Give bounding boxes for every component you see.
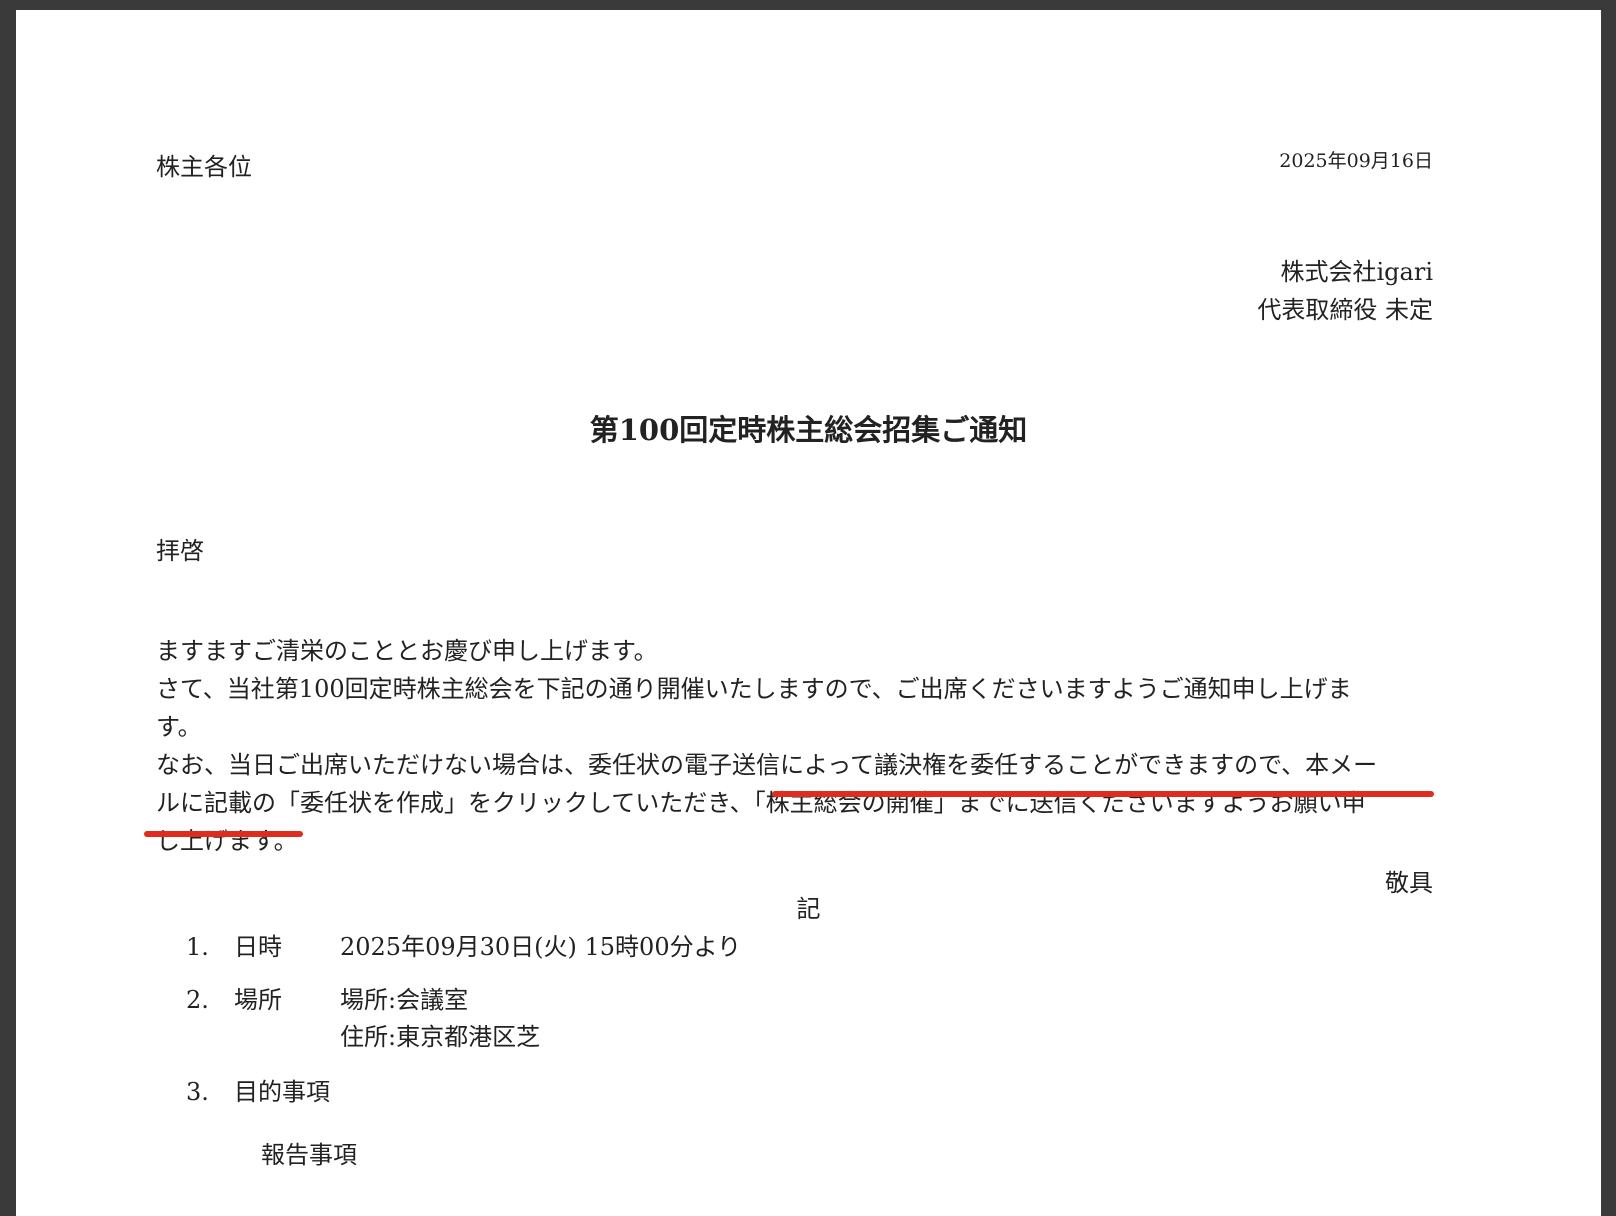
item-value: 住所:東京都港区芝 — [340, 1023, 541, 1051]
representative: 代表取締役 未定 — [1257, 296, 1433, 324]
item-value: 場所:会議室 — [340, 986, 469, 1014]
body-line: ルに記載の「委任状を作成」をクリックしていただき、「株主総会の開催」までに送信く… — [156, 784, 1476, 822]
item-number: 2. — [186, 986, 209, 1014]
body-text: ますますご清栄のこととお慶び申し上げます。 さて、当社第100回定時株主総会を下… — [156, 632, 1476, 860]
red-underline — [144, 831, 303, 837]
body-line: さて、当社第100回定時株主総会を下記の通り開催いたしますので、ご出席くださいま… — [156, 675, 1352, 703]
item-label: 目的事項 — [234, 1078, 330, 1106]
item-label: 場所 — [234, 986, 282, 1014]
red-underline — [772, 791, 1434, 797]
document-page: 株主各位 2025年09月16日 株式会社igari 代表取締役 未定 第100… — [16, 10, 1601, 1216]
document-date: 2025年09月16日 — [1279, 150, 1433, 172]
body-line: し上げます。 — [156, 827, 298, 855]
company-name: 株式会社igari — [1280, 258, 1434, 286]
body-line: なお、当日ご出席いただけない場合は、委任状の電子送信によって議決権を委任すること… — [156, 751, 1378, 779]
item-label: 日時 — [234, 933, 282, 961]
sender-block: 株式会社igari 代表取締役 未定 — [1257, 253, 1433, 329]
addressee: 株主各位 — [156, 153, 252, 181]
greeting: 拝啓 — [156, 537, 204, 565]
body-line-plain: ルに記載の「委任状を作成」をクリックしていただき、 — [156, 789, 754, 817]
item-value: 2025年09月30日(火) 15時00分より — [340, 933, 742, 961]
item-number: 3. — [186, 1078, 209, 1106]
body-line: ますますご清栄のこととお慶び申し上げます。 — [156, 637, 658, 665]
sub-heading: 報告事項 — [261, 1141, 357, 1169]
document-title: 第100回定時株主総会招集ご通知 — [589, 413, 1028, 447]
body-line: す。 — [156, 713, 202, 741]
item-number: 1. — [186, 933, 209, 961]
ki-heading: 記 — [796, 895, 821, 923]
